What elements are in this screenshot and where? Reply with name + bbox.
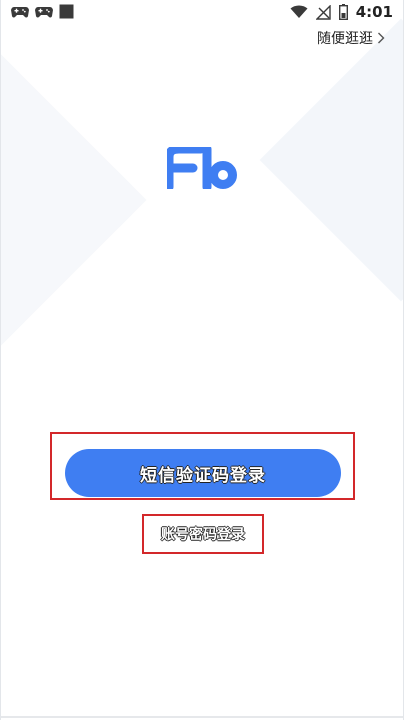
status-bar: 4:01	[1, 0, 403, 26]
password-login-label: 账号密码登录	[161, 527, 245, 543]
battery-icon	[338, 4, 348, 20]
status-left-icons	[11, 4, 74, 19]
browse-freely-link[interactable]: 随便逛逛	[317, 28, 385, 48]
password-login-link[interactable]: 账号密码登录	[142, 514, 264, 554]
browse-freely-label: 随便逛逛	[317, 31, 373, 47]
status-right-icons: 4:01	[290, 3, 393, 21]
status-time: 4:01	[355, 3, 393, 21]
wifi-icon	[290, 5, 308, 18]
background-decoration	[1, 44, 147, 356]
bottom-divider	[1, 716, 403, 718]
gamepad-icon	[35, 6, 53, 18]
background-decoration	[259, 18, 403, 302]
square-icon	[59, 4, 74, 19]
sms-login-button[interactable]: 短信验证码登录	[65, 449, 341, 497]
login-screen: 4:01 随便逛逛 短信验证码登录 账号密码登录	[0, 0, 404, 720]
sms-login-highlight: 短信验证码登录	[50, 432, 355, 500]
chevron-right-icon	[378, 32, 385, 44]
sms-login-label: 短信验证码登录	[140, 465, 266, 486]
no-signal-icon	[315, 4, 331, 20]
gamepad-icon	[11, 6, 29, 18]
app-logo	[167, 147, 237, 189]
